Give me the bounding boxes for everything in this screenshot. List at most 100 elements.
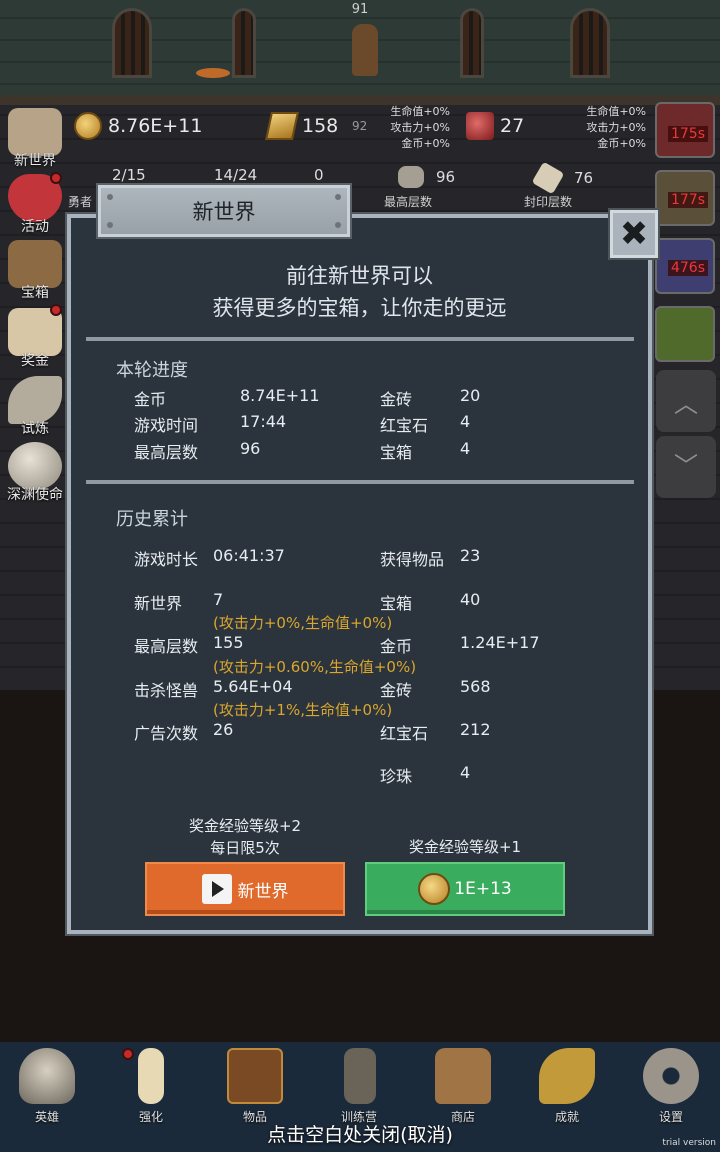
- nav-shop[interactable]: 商店: [418, 1044, 508, 1130]
- stat-label: 新世界: [134, 594, 183, 613]
- stat-value: 40: [460, 590, 481, 609]
- dialog-title-tab: 新世界: [96, 183, 352, 239]
- gold-brick-small-count: 92: [352, 119, 368, 133]
- bonus-line: 攻击力+0%: [390, 121, 450, 134]
- stat-value: 06:41:37: [213, 546, 285, 565]
- bonus-line: 金币+0%: [597, 137, 646, 150]
- side-menu-bonus[interactable]: 奖金: [2, 304, 66, 372]
- stat-value: 8.74E+11: [240, 386, 320, 405]
- stat-value: 17:44: [240, 412, 287, 431]
- coin-button-caption: 奖金经验等级+1: [408, 838, 522, 856]
- side-menu-events[interactable]: 活动: [2, 172, 66, 238]
- stat-label: 红宝石: [380, 724, 429, 743]
- gold-brick-amount: 158: [302, 115, 339, 137]
- bolt: [107, 194, 113, 200]
- side-menu-label: 新世界: [14, 153, 56, 169]
- candle-icon: [138, 1048, 164, 1104]
- stat-value: 20: [460, 386, 481, 405]
- cooldown-timer: 177s: [668, 192, 708, 208]
- stat-label: 最高层数: [134, 637, 199, 656]
- side-menu-trial[interactable]: 试炼: [2, 376, 66, 440]
- max-floor-indicator: 96: [398, 166, 455, 188]
- food-dish: [196, 68, 230, 78]
- stone-icon: [398, 166, 424, 188]
- book-icon: [227, 1048, 283, 1104]
- bolt: [335, 222, 341, 228]
- stat-label: 宝箱: [380, 594, 413, 613]
- side-menu-abyss-mission[interactable]: 深渊使命: [2, 442, 66, 506]
- gold-brick-icon: [265, 112, 299, 140]
- count-c: 0: [314, 166, 324, 184]
- mug-icon: [435, 1048, 491, 1104]
- stat-value: 4: [460, 412, 471, 431]
- close-button[interactable]: ✖: [608, 208, 660, 260]
- stat-label: 金币: [380, 637, 413, 656]
- button-label: 新世界: [237, 881, 289, 902]
- stat-value: 96: [240, 439, 261, 458]
- lantern-icon: [344, 1048, 376, 1104]
- nav-enhance[interactable]: 强化: [106, 1044, 196, 1130]
- stat-label: 游戏时间: [134, 416, 199, 435]
- section-divider: [86, 337, 634, 341]
- max-floor-label: 最高层数: [384, 195, 433, 209]
- nav-settings[interactable]: 设置: [626, 1044, 716, 1130]
- right-item-slime[interactable]: [655, 306, 715, 362]
- hero-character: [352, 24, 378, 76]
- ruby-icon: [466, 112, 494, 140]
- stat-value: 4: [460, 439, 471, 458]
- scroll-down-button[interactable]: ﹀: [656, 436, 716, 498]
- bolt: [335, 194, 341, 200]
- dialog-headline-2: 获得更多的宝箱，让你走的更远: [212, 296, 507, 320]
- bonus-line: 攻击力+0%: [586, 121, 646, 134]
- history-title: 历史累计: [116, 509, 188, 530]
- watch-video-new-world-button[interactable]: 新世界: [145, 862, 345, 916]
- stat-value: 23: [460, 546, 481, 565]
- pay-coin-new-world-button[interactable]: 1E+13: [365, 862, 565, 916]
- stat-label: 金砖: [380, 390, 413, 409]
- hero-tab-label: 勇者: [68, 195, 93, 209]
- chevron-down-icon: ﹀: [674, 452, 698, 480]
- gear-icon: [643, 1048, 699, 1104]
- tap-to-close-hint[interactable]: 点击空白处关闭(取消): [0, 1120, 720, 1147]
- orb-icon: [8, 442, 62, 490]
- stat-value: 568: [460, 677, 491, 696]
- side-menu-label: 活动: [21, 219, 49, 235]
- stat-label: 金砖: [380, 681, 413, 700]
- cooldown-timer: 476s: [668, 260, 708, 276]
- stat-label: 红宝石: [380, 416, 429, 435]
- side-menu-label: 奖金: [21, 353, 49, 369]
- scroll-up-button[interactable]: ︿: [656, 370, 716, 432]
- stat-value: 4: [460, 763, 471, 782]
- seal-floor-value: 76: [574, 169, 594, 187]
- nav-heroes[interactable]: 英雄: [2, 1044, 92, 1130]
- gold-coin-icon: [418, 873, 451, 905]
- gold-resource: 8.76E+11: [74, 112, 202, 140]
- bonus-line: 金币+0%: [401, 137, 450, 150]
- stat-label: 游戏时长: [134, 550, 199, 569]
- bonus-line: 生命值+0%: [586, 105, 646, 118]
- max-floor-value: 96: [436, 168, 456, 186]
- dialog-headline-1: 前往新世界可以: [286, 264, 433, 288]
- stat-label: 广告次数: [134, 724, 199, 743]
- side-menu-new-world[interactable]: 新世界: [2, 108, 66, 172]
- stat-label: 获得物品: [380, 550, 445, 569]
- ruby-amount: 27: [500, 115, 525, 137]
- close-icon: ✖: [619, 214, 649, 254]
- nav-achievements[interactable]: 成就: [522, 1044, 612, 1130]
- nav-items[interactable]: 物品: [210, 1044, 300, 1130]
- side-menu-chests[interactable]: 宝箱: [2, 240, 66, 304]
- seal-floor-label: 封印层数: [524, 195, 573, 209]
- stat-value: 7: [213, 590, 224, 609]
- stat-value: 26: [213, 720, 234, 739]
- nav-training-camp[interactable]: 训练营: [314, 1044, 404, 1130]
- hero-level: 91: [351, 2, 369, 17]
- chest-icon: [8, 240, 62, 288]
- dialog-title: 新世界: [192, 200, 256, 224]
- bonus-line: 生命值+0%: [390, 105, 450, 118]
- stat-label: 金币: [134, 390, 167, 409]
- dungeon-window: [232, 8, 256, 78]
- side-menu-label: 试炼: [21, 421, 49, 437]
- button-label: 1E+13: [454, 879, 512, 899]
- caption-line: 奖金经验等级+2: [188, 817, 302, 835]
- kills-bonus: (攻击力+1%,生命值+0%): [213, 701, 393, 719]
